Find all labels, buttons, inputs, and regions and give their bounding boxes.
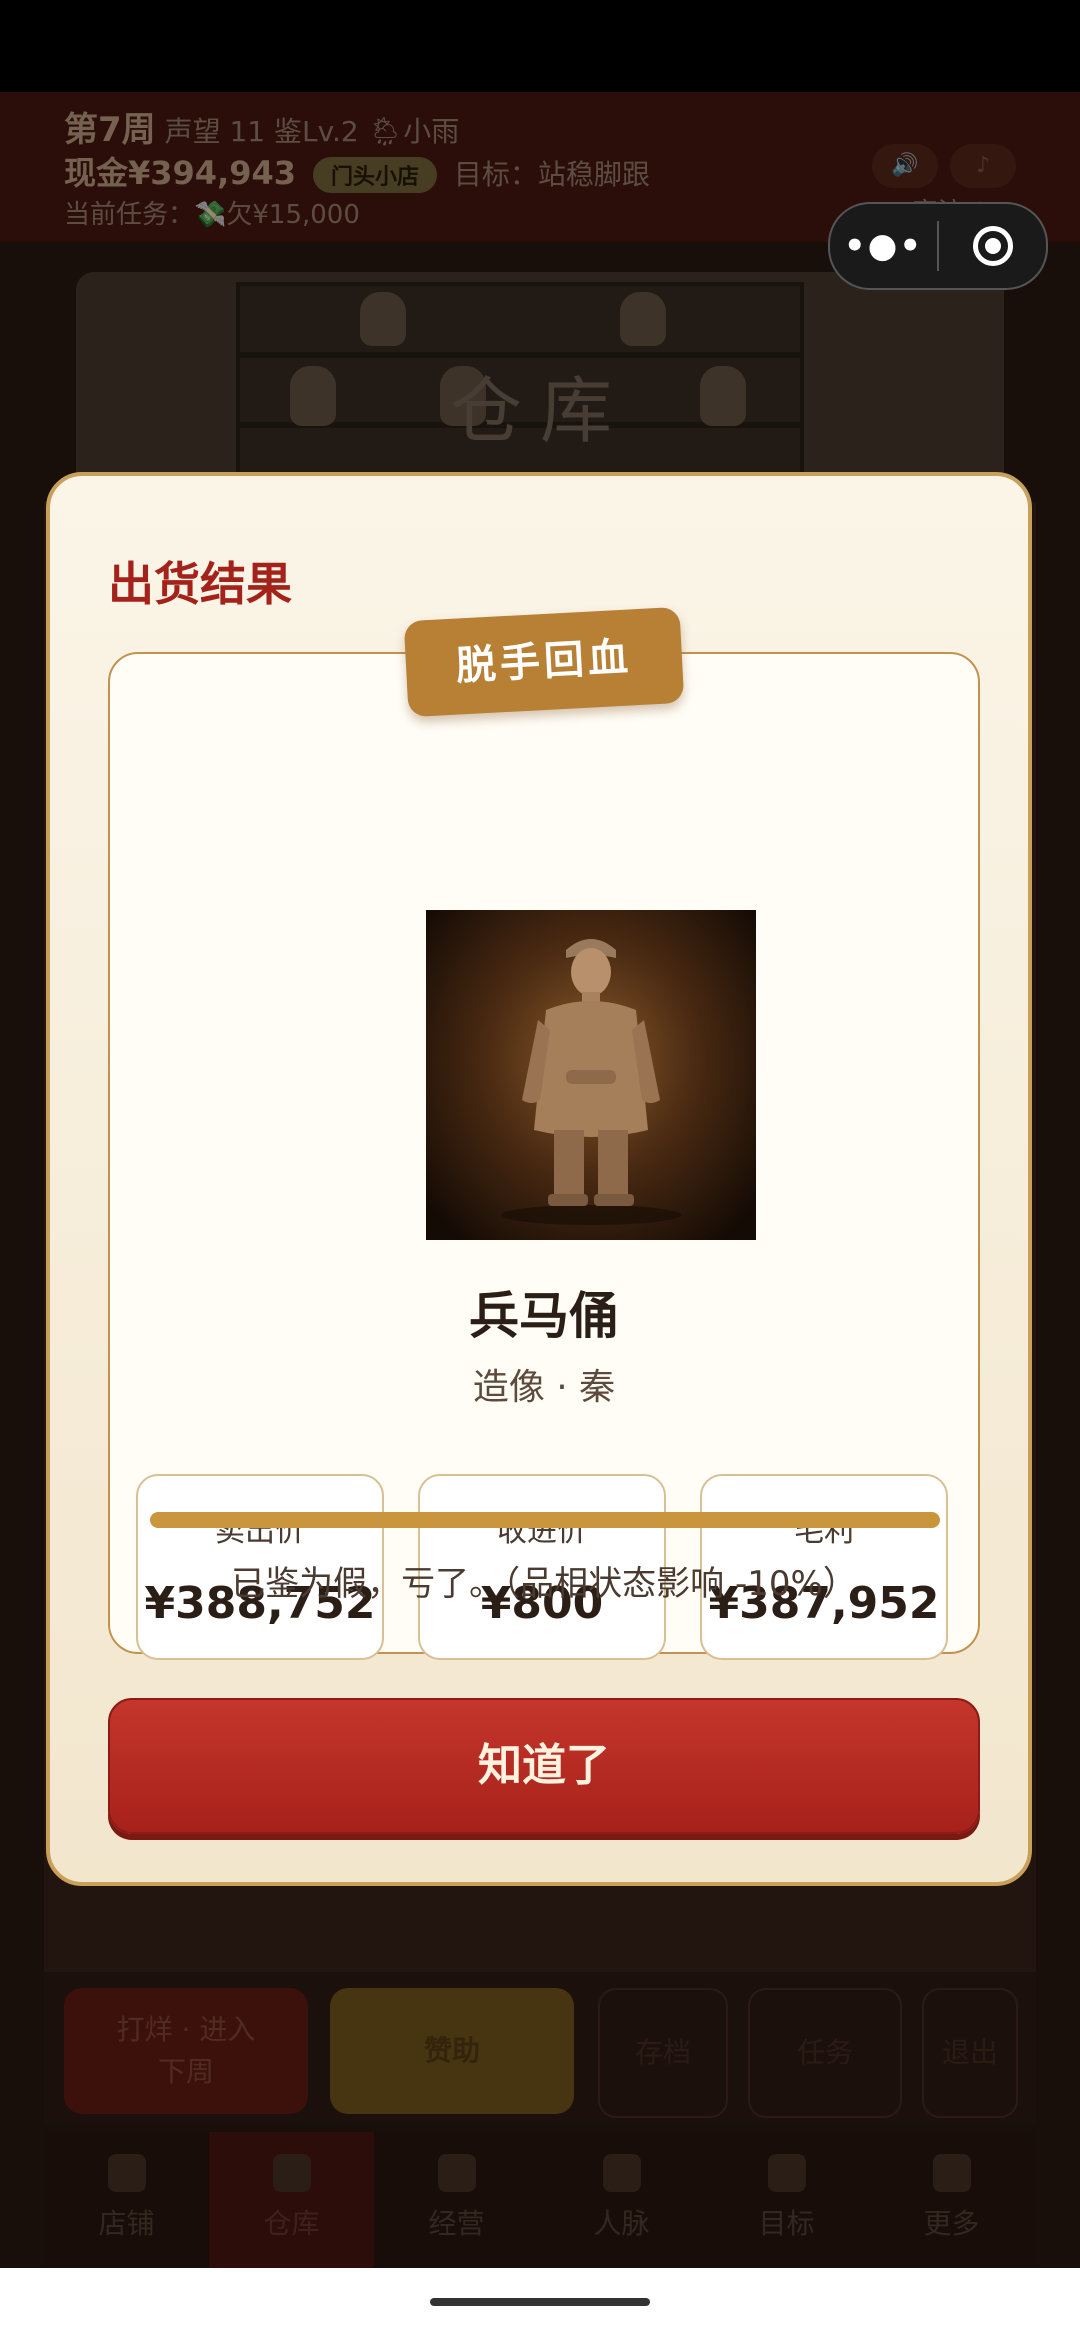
acknowledge-button[interactable]: 知道了 <box>108 1698 980 1834</box>
modal-title: 出货结果 <box>108 557 292 611</box>
terracotta-warrior-image <box>501 939 681 1225</box>
item-image <box>426 910 756 1240</box>
result-card: 兵马俑 造像 · 秦 卖出价 ¥388,752 收进价 ¥800 毛利 ¥387… <box>108 652 980 1660</box>
close-mini-program-icon[interactable] <box>939 226 1046 266</box>
home-indicator[interactable] <box>430 2298 650 2306</box>
result-note: 已鉴为假，亏了。（品相状态影响 -10%） <box>231 1564 857 1604</box>
result-ribbon: 脱手回血 <box>403 606 685 718</box>
progress-fill <box>150 1512 940 1528</box>
profit-progress-bar <box>150 1512 940 1528</box>
more-menu-icon[interactable]: •●• <box>830 226 937 266</box>
sale-result-modal: 出货结果 兵马俑 造像 · 秦 卖出价 ¥388,752 收进价 ¥800 毛利… <box>46 472 1032 1886</box>
item-category: 造像 · 秦 <box>472 1367 616 1408</box>
mini-program-capsule: •●• <box>828 202 1048 290</box>
status-bar-top <box>0 0 1080 92</box>
item-name: 兵马俑 <box>469 1287 619 1345</box>
